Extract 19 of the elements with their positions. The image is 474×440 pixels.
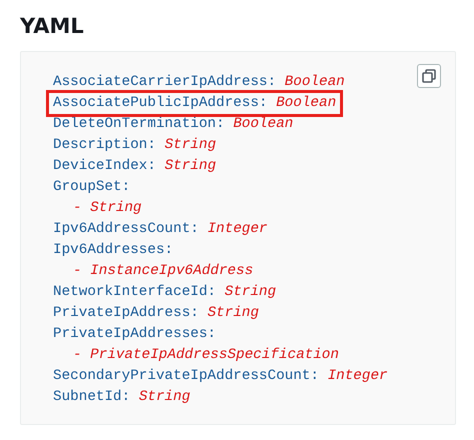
code-line: - PrivateIpAddressSpecification — [72, 346, 340, 366]
code-line: SecondaryPrivateIpAddressCount: Integer — [52, 367, 389, 386]
code-line: AssociatePublicIpAddress: Boolean — [49, 93, 340, 114]
code-line: GroupSet: — [52, 178, 132, 198]
code-line: Description: String — [52, 136, 218, 156]
code-line: Ipv6AddressCount: Integer — [52, 220, 269, 240]
code-line: AssociateCarrierIpAddress: Boolean — [52, 73, 346, 92]
code-line: DeleteOnTermination: Boolean — [52, 115, 294, 134]
section-heading: YAML — [20, 14, 85, 40]
copy-icon — [422, 69, 436, 84]
code-line: NetworkInterfaceId: String — [52, 283, 278, 302]
code-line: - InstanceIpv6Address — [72, 262, 254, 282]
code-line: - String — [72, 199, 143, 218]
code-line: Ipv6Addresses: — [52, 241, 174, 260]
copy-button[interactable] — [417, 64, 441, 88]
code-line: PrivateIpAddress: String — [52, 304, 260, 324]
code-line: SubnetId: String — [52, 388, 192, 408]
code-line: PrivateIpAddresses: — [52, 325, 218, 344]
code-line: DeviceIndex: String — [52, 157, 218, 176]
